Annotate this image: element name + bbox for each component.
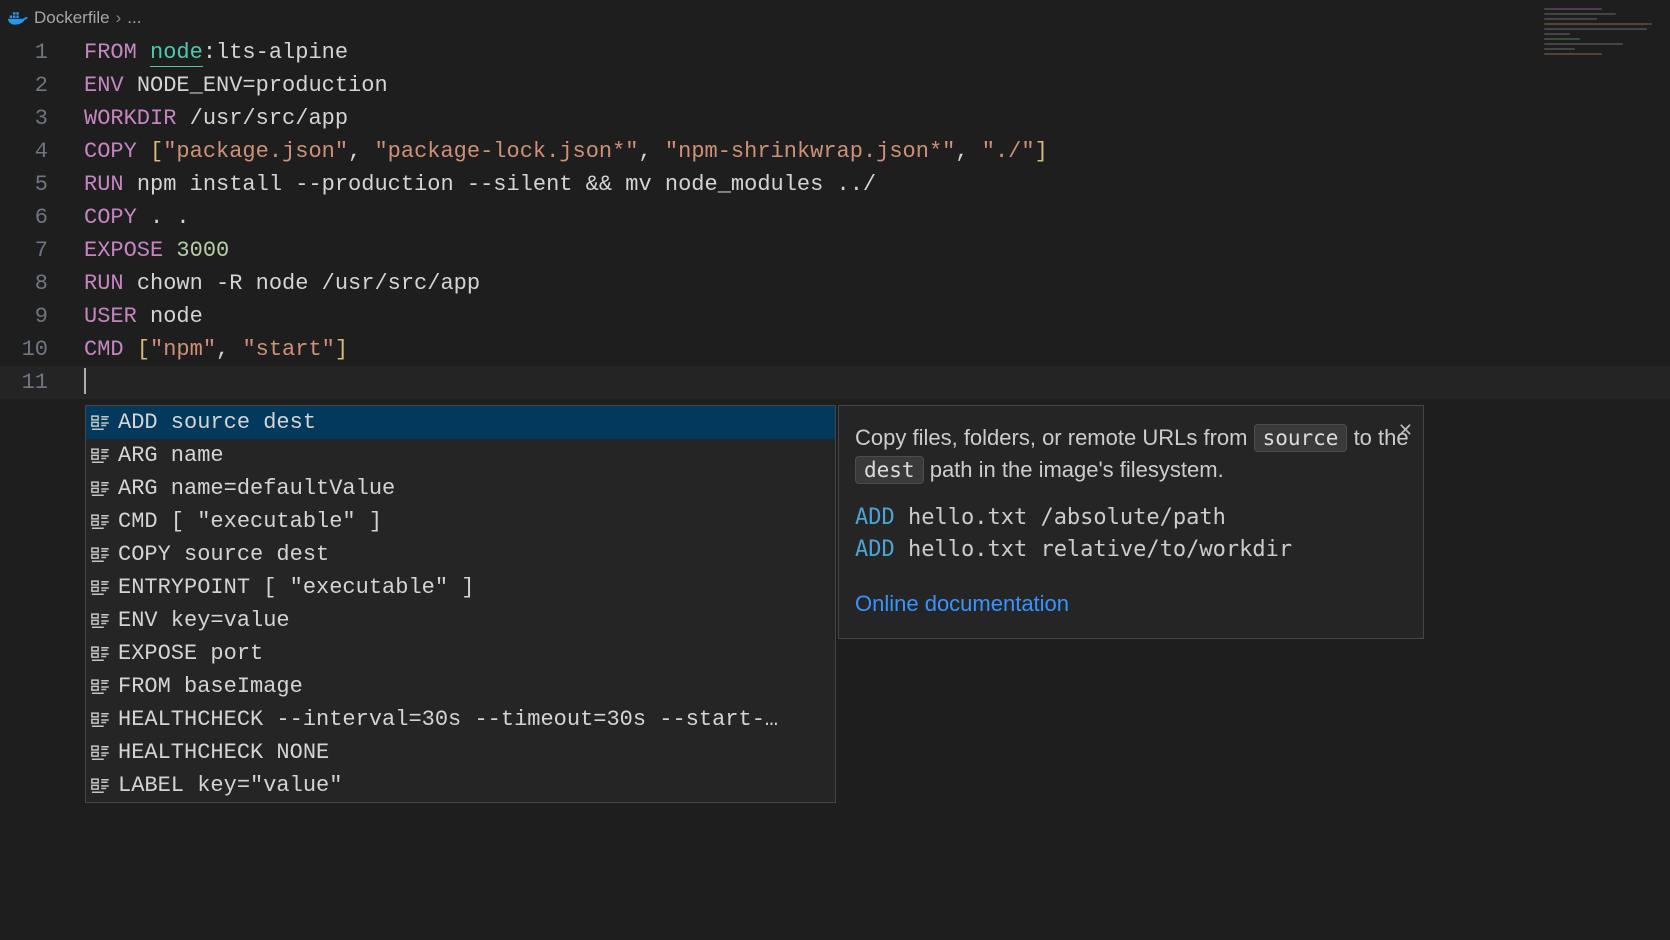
breadcrumb[interactable]: Dockerfile › ... [0, 0, 1670, 36]
suggestion-item[interactable]: ARG name [86, 439, 835, 472]
gutter-line-number: 9 [0, 300, 62, 333]
code-line-content[interactable]: ENV NODE_ENV=production [62, 69, 388, 102]
code-line[interactable]: 8RUN chown -R node /usr/src/app [0, 267, 1670, 300]
suggestion-list[interactable]: ADD source destARG nameARG name=defaultV… [85, 405, 836, 803]
suggestion-item[interactable]: FROM baseImage [86, 670, 835, 703]
gutter-line-number: 2 [0, 69, 62, 102]
gutter-line-number: 4 [0, 135, 62, 168]
suggestion-label: LABEL key="value" [118, 769, 342, 802]
code-line[interactable]: 10CMD ["npm", "start"] [0, 333, 1670, 366]
doc-chip-source: source [1254, 424, 1348, 452]
snippet-icon [90, 578, 110, 598]
code-line[interactable]: 9USER node [0, 300, 1670, 333]
code-line[interactable]: 6COPY . . [0, 201, 1670, 234]
snippet-icon [90, 479, 110, 499]
code-line-content[interactable] [62, 366, 86, 399]
doc-chip-dest: dest [855, 456, 924, 484]
suggestion-item[interactable]: ADD source dest [86, 406, 835, 439]
suggestion-item[interactable]: CMD [ "executable" ] [86, 505, 835, 538]
suggestion-label: ENTRYPOINT [ "executable" ] [118, 571, 474, 604]
suggestion-item[interactable]: EXPOSE port [86, 637, 835, 670]
documentation-panel: ✕ Copy files, folders, or remote URLs fr… [838, 405, 1424, 639]
code-line[interactable]: 2ENV NODE_ENV=production [0, 69, 1670, 102]
gutter-line-number: 7 [0, 234, 62, 267]
snippet-icon [90, 710, 110, 730]
doc-description: Copy files, folders, or remote URLs from… [855, 422, 1409, 486]
code-line[interactable]: 4COPY ["package.json", "package-lock.jso… [0, 135, 1670, 168]
snippet-icon [90, 446, 110, 466]
suggestion-item[interactable]: ENV key=value [86, 604, 835, 637]
code-line-content[interactable]: CMD ["npm", "start"] [62, 333, 348, 366]
suggestion-label: HEALTHCHECK NONE [118, 736, 329, 769]
suggestion-item[interactable]: HEALTHCHECK --interval=30s --timeout=30s… [86, 703, 835, 736]
suggestion-item[interactable]: HEALTHCHECK NONE [86, 736, 835, 769]
gutter-line-number: 10 [0, 333, 62, 366]
snippet-icon [90, 677, 110, 697]
gutter-line-number: 3 [0, 102, 62, 135]
suggestion-item[interactable]: COPY source dest [86, 538, 835, 571]
code-editor: Dockerfile › ... 1FROM node:lts-alpine2E… [0, 0, 1670, 940]
code-line[interactable]: 5RUN npm install --production --silent &… [0, 168, 1670, 201]
code-line[interactable]: 7EXPOSE 3000 [0, 234, 1670, 267]
code-line-content[interactable]: WORKDIR /usr/src/app [62, 102, 348, 135]
suggestion-item[interactable]: ARG name=defaultValue [86, 472, 835, 505]
suggestion-item[interactable]: ENTRYPOINT [ "executable" ] [86, 571, 835, 604]
suggestion-label: EXPOSE port [118, 637, 263, 670]
chevron-right-icon: › [116, 8, 122, 28]
snippet-icon [90, 743, 110, 763]
code-line-content[interactable]: RUN npm install --production --silent &&… [62, 168, 876, 201]
gutter-line-number: 11 [0, 366, 62, 399]
breadcrumb-file[interactable]: Dockerfile [34, 8, 110, 28]
snippet-icon [90, 776, 110, 796]
code-line[interactable]: 1FROM node:lts-alpine [0, 36, 1670, 69]
suggestion-label: CMD [ "executable" ] [118, 505, 382, 538]
snippet-icon [90, 512, 110, 532]
suggestion-label: ADD source dest [118, 406, 316, 439]
suggestion-label: HEALTHCHECK --interval=30s --timeout=30s… [118, 703, 778, 736]
gutter-line-number: 6 [0, 201, 62, 234]
code-line-content[interactable]: USER node [62, 300, 203, 333]
snippet-icon [90, 545, 110, 565]
code-line-content[interactable]: COPY ["package.json", "package-lock.json… [62, 135, 1048, 168]
snippet-icon [90, 413, 110, 433]
breadcrumb-more[interactable]: ... [127, 8, 141, 28]
suggestion-label: ARG name=defaultValue [118, 472, 395, 505]
suggestion-label: COPY source dest [118, 538, 329, 571]
text-cursor [84, 368, 86, 394]
code-line-content[interactable]: FROM node:lts-alpine [62, 36, 348, 69]
code-line-content[interactable]: COPY . . [62, 201, 190, 234]
code-area[interactable]: 1FROM node:lts-alpine2ENV NODE_ENV=produ… [0, 36, 1670, 399]
snippet-icon [90, 644, 110, 664]
gutter-line-number: 8 [0, 267, 62, 300]
suggestion-label: FROM baseImage [118, 670, 303, 703]
suggestion-label: ARG name [118, 439, 224, 472]
suggestion-item[interactable]: LABEL key="value" [86, 769, 835, 802]
gutter-line-number: 1 [0, 36, 62, 69]
gutter-line-number: 5 [0, 168, 62, 201]
docker-icon [8, 10, 28, 26]
code-line[interactable]: 11 [0, 366, 1670, 399]
snippet-icon [90, 611, 110, 631]
code-line[interactable]: 3WORKDIR /usr/src/app [0, 102, 1670, 135]
code-line-content[interactable]: EXPOSE 3000 [62, 234, 229, 267]
code-line-content[interactable]: RUN chown -R node /usr/src/app [62, 267, 480, 300]
doc-link[interactable]: Online documentation [855, 588, 1409, 620]
doc-example-1: ADD hello.txt /absolute/path [855, 502, 1409, 534]
suggestion-label: ENV key=value [118, 604, 290, 637]
close-icon[interactable]: ✕ [1398, 414, 1413, 446]
doc-example-2: ADD hello.txt relative/to/workdir [855, 534, 1409, 566]
